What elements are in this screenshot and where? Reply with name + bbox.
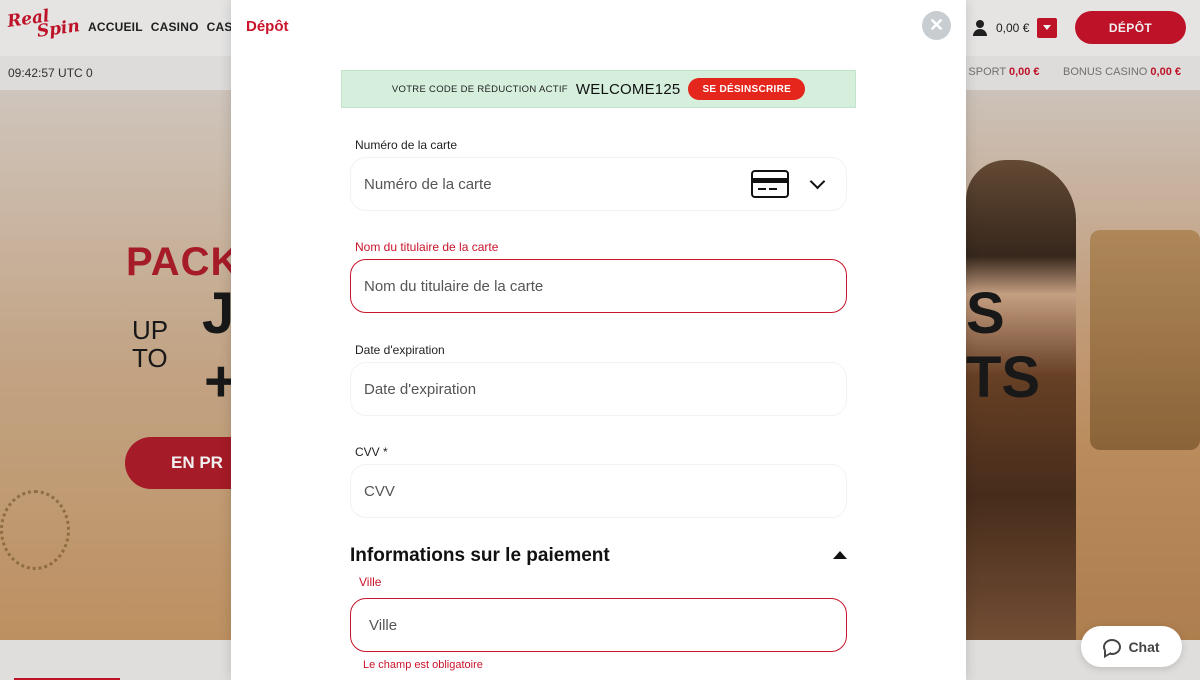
card-number-label: Numéro de la carte: [355, 138, 458, 152]
cvv-placeholder: CVV: [364, 482, 395, 500]
expiry-label: Date d'expiration: [355, 343, 445, 357]
close-icon[interactable]: ✕: [922, 11, 951, 40]
city-field[interactable]: Ville: [350, 598, 847, 652]
cardholder-placeholder: Nom du titulaire de la carte: [364, 277, 544, 295]
payment-section-title[interactable]: Informations sur le paiement: [350, 545, 610, 567]
city-placeholder: Ville: [369, 616, 398, 634]
deposit-modal: Dépôt ✕ VOTRE CODE DE RÉDUCTION ACTIF WE…: [231, 0, 966, 680]
promo-code: WELCOME125: [575, 80, 681, 98]
chat-bubble-icon: [1103, 638, 1122, 655]
cvv-field[interactable]: CVV: [350, 464, 847, 518]
promo-banner: VOTRE CODE DE RÉDUCTION ACTIF WELCOME125…: [341, 70, 856, 108]
cardholder-field[interactable]: Nom du titulaire de la carte: [350, 259, 847, 313]
expiry-field[interactable]: Date d'expiration: [350, 362, 847, 416]
chevron-down-icon[interactable]: [809, 173, 826, 190]
city-error-message: Le champ est obligatoire: [363, 659, 483, 671]
chat-label: Chat: [1128, 638, 1160, 655]
chat-button[interactable]: Chat: [1081, 626, 1182, 667]
promo-label: VOTRE CODE DE RÉDUCTION ACTIF: [391, 83, 568, 95]
card-number-field[interactable]: Numéro de la carte: [350, 157, 847, 211]
caret-up-icon[interactable]: [833, 551, 847, 559]
unsubscribe-button[interactable]: SE DÉSINSCRIRE: [688, 78, 806, 100]
credit-card-icon: [751, 170, 789, 198]
expiry-placeholder: Date d'expiration: [364, 380, 477, 398]
card-number-placeholder: Numéro de la carte: [364, 175, 492, 193]
cardholder-label: Nom du titulaire de la carte: [355, 240, 499, 254]
modal-title: Dépôt: [246, 18, 289, 35]
cvv-label: CVV *: [355, 445, 388, 459]
city-label: Ville: [359, 575, 382, 589]
